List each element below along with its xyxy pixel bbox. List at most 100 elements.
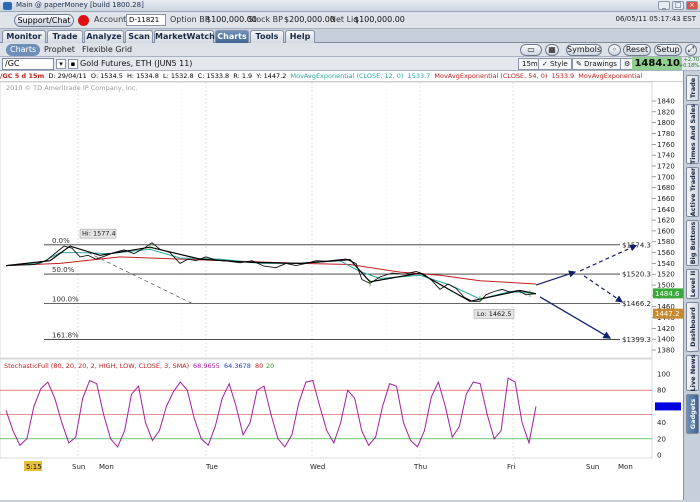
price-tick-label: 1580 <box>657 238 675 246</box>
stoch-tick-label: 20 <box>657 435 666 443</box>
grid-icon[interactable]: ▦ <box>545 44 559 56</box>
support-chat-button[interactable]: Support/Chat <box>14 14 74 27</box>
sidebar-tab-big-buttons[interactable]: Big Buttons <box>686 220 699 266</box>
sidebar-tab-dashboard[interactable]: Dashboard <box>686 302 699 352</box>
price-change: +2.70 +0.18% <box>678 57 699 69</box>
price-tick-label: 1540 <box>657 260 675 268</box>
drawings-icon: ✎ <box>576 60 582 68</box>
last-price: 1484.10 <box>632 57 682 70</box>
maximize-icon[interactable]: □ <box>672 1 684 10</box>
price-tick-label: 1680 <box>657 184 675 192</box>
price-tick-label: 1640 <box>657 206 675 214</box>
window-controls: _ □ × <box>658 1 698 10</box>
price-chart[interactable]: 0.0% $1574.3 50.0% $1520.3 100.0% $1466.2 161.… <box>0 71 683 500</box>
sidebar-tab-active-trader[interactable]: Active Trader <box>686 167 699 217</box>
app-icon <box>3 2 12 10</box>
stochastic-label: StochasticFull (80, 20, 20, 2, HIGH, LOW… <box>4 362 189 370</box>
account-bar: Support/Chat Account D-11821 Option BP $… <box>0 12 700 29</box>
close-icon[interactable]: × <box>686 1 698 10</box>
tab-trade[interactable]: Trade <box>47 30 83 43</box>
tab-scan[interactable]: Scan <box>125 30 153 43</box>
window-title: Main @ paperMoney [build 1800.28] <box>16 1 144 9</box>
time-axis-label: Fri <box>507 463 515 471</box>
chart-area[interactable]: 0.0% $1574.3 50.0% $1520.3 100.0% $1466.2 161.… <box>0 71 683 500</box>
sidebar-tab-trade[interactable]: Trade <box>686 75 699 101</box>
stochastic-value-2: 64.3678 <box>224 362 251 370</box>
price-tick-label: 1600 <box>657 227 675 235</box>
chart-info-line: /GC 5 d 15m D: 29/04/11 O: 1534.5 H: 153… <box>0 71 683 82</box>
gadget-sidebar: Trade Times And Sales Active Trader Big … <box>683 71 700 500</box>
style-button[interactable]: ✓ Style <box>538 58 572 70</box>
tab-charts[interactable]: Charts <box>215 30 249 43</box>
sidebar-tab-level-ii[interactable]: Level II <box>686 269 699 299</box>
title-bar: Main @ paperMoney [build 1800.28] _ □ × <box>0 0 700 12</box>
copyright-text: 2010 © TD Ameritrade IP Company, Inc. <box>6 84 138 92</box>
price-tick-label: 1780 <box>657 130 675 138</box>
time-axis-label: Sun <box>72 463 85 471</box>
tab-marketwatch[interactable]: MarketWatch <box>154 30 215 43</box>
stochastic-value-4: 20 <box>266 362 274 370</box>
price-tick-label: 1800 <box>657 119 675 127</box>
stoch-tick-label: 40 <box>657 419 666 427</box>
tab-help[interactable]: Help <box>285 30 315 43</box>
price-tick-label: 1560 <box>657 249 675 257</box>
sidebar-tab-live-news[interactable]: Live News <box>686 354 699 392</box>
tab-tools[interactable]: Tools <box>250 30 284 43</box>
minimize-icon[interactable]: _ <box>658 1 670 10</box>
symbol-lookup-icon[interactable]: ▾ <box>56 59 66 69</box>
expand-icon[interactable]: ⤢ <box>685 44 697 56</box>
link-icon[interactable]: ◦ <box>608 44 621 56</box>
price-tick-label: 1720 <box>657 162 675 170</box>
setup-button[interactable]: Setup <box>654 44 682 56</box>
stochastic-value-1: 68.9655 <box>193 362 220 370</box>
time-axis-label: Tue <box>205 463 218 471</box>
price-tick-label: 1400 <box>657 336 675 344</box>
stoch-tick-label: 80 <box>657 387 666 395</box>
fib-level-pct: 50.0% <box>52 266 75 274</box>
price-tick-label: 1700 <box>657 173 675 181</box>
subtab-prophet[interactable]: Prophet <box>40 44 79 56</box>
fib-level-pct: 0.0% <box>52 237 70 245</box>
stoch-tick-label: 100 <box>657 371 670 379</box>
sidebar-tab-gadgets[interactable]: Gadgets <box>686 394 699 434</box>
fib-level-price: $1399.3 <box>622 336 651 344</box>
cursor-price-badge-text: 1447.2 <box>655 310 680 318</box>
price-tick-label: 1660 <box>657 195 675 203</box>
time-cursor-badge-text: 5:15 <box>26 463 42 471</box>
last-price-badge-text: 1484.6 <box>655 290 680 298</box>
symbols-button[interactable]: Symbols <box>566 44 602 56</box>
price-tick-label: 1820 <box>657 108 675 116</box>
price-tick-label: 1840 <box>657 98 675 106</box>
stoch-tick-label: 0 <box>657 452 661 460</box>
account-selector[interactable]: D-11821 <box>126 14 166 26</box>
time-axis: Sun Mon Tue Wed Thu Fri Sun Mon 5:15 <box>24 461 633 471</box>
price-tick-label: 1500 <box>657 282 675 290</box>
stock-bp-label: Stock BP <box>248 15 283 24</box>
price-panel <box>0 81 653 359</box>
account-label: Account <box>94 15 127 24</box>
fib-level-price: $1466.2 <box>622 300 651 308</box>
price-tick-label: 1420 <box>657 325 675 333</box>
time-axis-label: Mon <box>618 463 633 471</box>
fib-level-price: $1520.3 <box>622 271 651 279</box>
drawings-button[interactable]: ✎ Drawings <box>572 58 621 70</box>
sidebar-tab-times-and-sales[interactable]: Times And Sales <box>686 104 699 164</box>
time-axis-label: Wed <box>310 463 325 471</box>
tab-analyze[interactable]: Analyze <box>84 30 124 43</box>
fib-level-price: $1574.3 <box>622 241 651 249</box>
stochastic-value-3: 80 <box>255 362 263 370</box>
sub-toolbar: Charts Prophet Flexible Grid ▭ ▦ Symbols… <box>0 43 700 57</box>
net-liq-value: $100,000.00 <box>354 15 405 24</box>
symbol-link-icon[interactable]: ▪ <box>68 59 78 69</box>
symbol-input[interactable]: /GC <box>2 58 54 70</box>
clock: 06/05/11 05:17:43 EST <box>615 15 696 23</box>
tab-monitor[interactable]: Monitor <box>2 30 46 43</box>
subtab-flexible-grid[interactable]: Flexible Grid <box>78 44 136 56</box>
subtab-charts[interactable]: Charts <box>6 44 41 56</box>
reset-button[interactable]: Reset <box>623 44 651 56</box>
status-indicator-icon <box>78 15 89 26</box>
price-axis: 1840 1820 1800 1780 1760 1740 1720 1700 1680 1660… <box>652 98 683 355</box>
time-axis-label: Thu <box>413 463 427 471</box>
layout-icon[interactable]: ▭ <box>520 44 542 56</box>
chart-control-bar: /GC ▾ ▪ Gold Futures, ETH (JUN5 11) 15m … <box>0 57 700 71</box>
